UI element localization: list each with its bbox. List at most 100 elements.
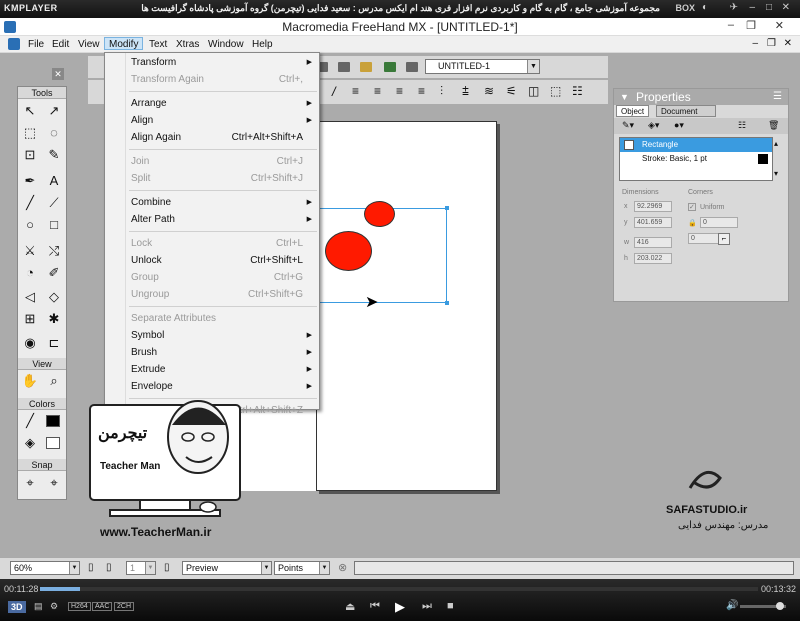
pen-tool-icon[interactable]: ✒ [20,171,40,191]
toolbar-icon[interactable] [338,62,350,72]
chevron-down-icon[interactable]: ▼ [69,562,79,574]
menu-item-transform[interactable]: Transform ▶ [105,54,319,71]
align-right-icon[interactable]: ≡ [396,84,403,98]
units-select[interactable]: Points ▼ [274,561,330,575]
tab-document[interactable]: Document [656,105,716,117]
fill-color-icon[interactable]: ◈ [20,433,40,453]
zoom-select[interactable]: 60% ▼ [10,561,80,575]
trace-tool-icon[interactable]: ⊞ [20,309,40,329]
doc-close-icon[interactable]: ✕ [784,38,792,49]
snap-point-icon[interactable]: ⌖ [20,473,40,493]
skew-tool-icon[interactable]: ◇ [44,287,64,307]
doc-minimize-icon[interactable]: – [752,38,758,49]
align-center-icon[interactable]: ≡ [374,84,381,98]
settings-icon[interactable]: ⚙ [50,601,58,612]
menu-modify[interactable]: Modify [104,37,144,50]
text-tool-icon[interactable]: ⩲ [462,84,469,99]
stroke-color-icon[interactable]: ╱ [20,411,40,431]
scroll-down-icon[interactable]: ▾ [774,169,778,178]
properties-title[interactable]: Properties [614,89,788,105]
corner-radius-field[interactable]: 0 [700,217,738,228]
menu-item-brush[interactable]: Brush ▶ [105,344,319,361]
reflect-tool-icon[interactable]: ◁ [20,287,40,307]
graphic-hose-tool-icon[interactable]: ✱ [44,309,64,329]
list-item-rectangle[interactable]: Rectangle [620,138,772,152]
ellipse-tool-icon[interactable]: ○ [20,215,40,235]
scale-tool-icon[interactable]: ⊡ [20,145,40,165]
stop-icon[interactable]: ⊗ [338,561,347,574]
text-tool-icon[interactable]: ⬚ [550,84,561,98]
chevron-down-icon[interactable]: ▼ [145,562,155,574]
menu-edit[interactable]: Edit [48,38,73,51]
next-icon[interactable]: ⏭ [422,600,432,613]
zoom-tool-icon[interactable]: ⌕ [44,371,64,391]
preview-mode-select[interactable]: Preview ▼ [182,561,272,575]
text-tool-icon[interactable]: ≋ [484,84,494,98]
stop-playback-icon[interactable]: ■ [447,600,454,612]
box-label[interactable]: BOX [675,3,695,13]
pencil-tool-icon[interactable]: ✐ [44,263,64,283]
document-select[interactable]: UNTITLED-1 ▼ [425,59,540,74]
chevron-down-icon[interactable]: ▼ [319,562,329,574]
list-icon[interactable]: ☷ [738,120,746,131]
volume-slider[interactable] [740,602,786,610]
volume-handle[interactable] [776,602,784,610]
justify-icon[interactable]: ≡ [418,84,425,98]
large-red-circle[interactable] [325,231,372,271]
menu-item-align[interactable]: Align ▶ [105,112,319,129]
menu-help[interactable]: Help [248,38,277,51]
freeform-tool-icon[interactable]: ⤭ [44,241,64,261]
add-fill-icon[interactable]: ◈▾ [648,120,659,131]
menu-window[interactable]: Window [204,38,248,51]
italic-icon[interactable]: / [332,84,336,99]
pointer-tool-icon[interactable]: ↖ [20,101,40,121]
line-tool-icon[interactable]: ╱ [20,193,40,213]
close-icon[interactable]: ✕ [782,2,790,13]
page-select[interactable]: 1 ▼ [126,561,156,575]
menu-file[interactable]: File [24,38,48,51]
y-field[interactable]: 401.659 [634,217,672,228]
menu-xtras[interactable]: Xtras [172,38,203,51]
h-field[interactable]: 203.022 [634,253,672,264]
text-tool-icon[interactable]: ⚟ [506,84,517,98]
list-item-stroke[interactable]: Stroke: Basic, 1 pt [620,152,772,166]
add-effect-icon[interactable]: ●▾ [674,120,684,131]
text-tool-icon[interactable]: A [44,171,64,191]
stroke-swatch[interactable] [46,415,60,427]
panel-options-icon[interactable]: ☰ [773,91,782,102]
eject-icon[interactable]: ⏏ [345,600,355,613]
knife-tool-icon[interactable]: ⚔ [20,241,40,261]
prev-page-icon[interactable]: ▯ [88,562,94,573]
scroll-up-icon[interactable]: ▴ [774,139,778,148]
menu-item-symbol[interactable]: Symbol ▶ [105,327,319,344]
tools-close-icon[interactable]: ✕ [52,68,64,80]
toggle-icon[interactable]: ◐ [702,2,708,13]
next-page-icon[interactable]: ▯ [164,562,170,573]
w-field[interactable]: 416 [634,237,672,248]
play-icon[interactable]: ▶ [395,599,405,615]
rectangle-tool-icon[interactable]: □ [44,215,64,235]
app-minimize-icon[interactable]: – [728,19,734,31]
menu-text[interactable]: Text [145,38,171,51]
page-tool-icon[interactable]: ⬚ [20,123,40,143]
text-tool-icon[interactable]: ⫶ [440,84,443,99]
app-restore-icon[interactable]: ❐ [746,19,756,32]
x-field[interactable]: 92.2969 [634,201,672,212]
progress-bar[interactable] [40,587,758,591]
text-tool-icon[interactable]: ◫ [528,84,539,98]
menu-item-extrude[interactable]: Extrude ▶ [105,361,319,378]
eraser-tool-icon[interactable]: ◔ [20,263,40,283]
menu-item-unlock[interactable]: Unlock Ctrl+Shift+L [105,252,319,269]
small-red-circle[interactable] [364,201,395,227]
trash-icon[interactable]: 🗑 [768,120,779,131]
menu-item-align-again[interactable]: Align Again Ctrl+Alt+Shift+A [105,129,319,146]
toolbar-icon[interactable] [406,62,418,72]
snap-guide-icon[interactable]: ⌖ [44,473,64,493]
tab-object[interactable]: Object [616,105,650,117]
corner-type-icon[interactable]: ⌐ [718,233,730,245]
hand-tool-icon[interactable]: ✋ [20,371,40,391]
pin-icon[interactable]: ✈ [730,2,738,13]
page-icon[interactable]: ▯ [106,562,112,573]
menu-item-combine[interactable]: Combine ▶ [105,194,319,211]
chevron-down-icon[interactable]: ▼ [527,60,539,73]
